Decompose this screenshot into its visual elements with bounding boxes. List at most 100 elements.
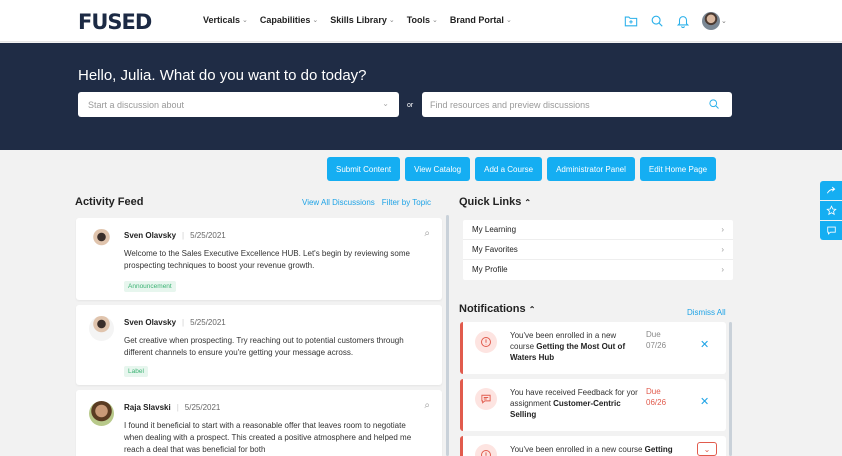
feed-post[interactable]: Sven Olavsky | 5/25/2021 ⌕ Welcome to th…: [76, 218, 442, 300]
feed-scrollbar[interactable]: [446, 215, 449, 456]
notifications-scrollbar[interactable]: [729, 322, 732, 456]
post-date: 5/25/2021: [184, 403, 221, 412]
divider: |: [176, 403, 179, 412]
due-value: 07/26: [646, 341, 667, 350]
feed-post[interactable]: Raja Slavski | 5/25/2021 ⌕ I found it be…: [76, 390, 442, 456]
attachment-icon[interactable]: ⌕: [424, 400, 430, 411]
chevron-right-icon: ›: [721, 225, 724, 234]
post-meta: Sven Olavsky | 5/25/2021: [124, 231, 226, 240]
logo[interactable]: FUSED: [78, 10, 152, 34]
notification-text: You've been enrolled in a new course Get…: [510, 444, 690, 455]
chat-button[interactable]: [820, 221, 842, 240]
top-navigation-bar: FUSED Verticals ⌄ Capabilities ⌄ Skills Li…: [0, 0, 842, 42]
due-label: Due: [646, 330, 661, 339]
view-all-discussions-link[interactable]: View All Discussions: [302, 198, 375, 207]
notification-course[interactable]: Getting: [645, 445, 673, 454]
due-value: 06/26: [646, 398, 667, 407]
post-date: 5/25/2021: [190, 318, 226, 327]
discussion-placeholder: Start a discussion about: [88, 100, 185, 110]
avatar: [89, 229, 114, 254]
share-icon: [826, 186, 835, 194]
side-action-buttons: [820, 181, 842, 240]
search-icon[interactable]: [650, 14, 664, 28]
expand-button[interactable]: ⌄: [697, 442, 717, 456]
add-course-button[interactable]: Add a Course: [475, 157, 543, 181]
chevron-down-icon: ⌄: [432, 17, 438, 24]
chevron-down-icon: ⌄: [721, 18, 727, 25]
attachment-icon[interactable]: ⌕: [424, 228, 430, 239]
search-icon[interactable]: [708, 98, 720, 110]
post-meta: Raja Slavski | 5/25/2021: [124, 403, 220, 412]
nav-brand-portal[interactable]: Brand Portal ⌄: [450, 15, 512, 25]
dismiss-all-link[interactable]: Dismiss All: [687, 308, 726, 317]
due-date: Due 07/26: [646, 329, 666, 351]
quick-link-my-learning[interactable]: My Learning ›: [463, 220, 733, 240]
nav-label: Capabilities: [259, 15, 311, 25]
quick-links-title[interactable]: Quick Links ⌃: [459, 196, 531, 208]
action-button-bar: Submit Content View Catalog Add a Course…: [327, 157, 717, 181]
avatar: [89, 316, 114, 341]
post-author[interactable]: Sven Olavsky: [124, 231, 176, 240]
filter-by-topic-link[interactable]: Filter by Topic: [382, 198, 431, 207]
hero-banner: Hello, Julia. What do you want to do tod…: [0, 43, 842, 150]
feed-post[interactable]: Sven Olavsky | 5/25/2021 Get creative wh…: [76, 305, 442, 385]
post-tag[interactable]: Label: [124, 366, 148, 377]
favorite-button[interactable]: [820, 201, 842, 220]
due-label: Due: [646, 387, 661, 396]
chevron-right-icon: ›: [721, 245, 724, 254]
post-author[interactable]: Raja Slavski: [124, 403, 171, 412]
chevron-down-icon: ⌄: [703, 444, 711, 454]
post-body: Welcome to the Sales Executive Excellenc…: [124, 249, 410, 270]
add-folder-icon[interactable]: [624, 14, 638, 28]
chevron-up-icon: ⌃: [524, 198, 532, 207]
view-catalog-button[interactable]: View Catalog: [405, 157, 471, 181]
post-author[interactable]: Sven Olavsky: [124, 318, 176, 327]
post-tag[interactable]: Announcement: [124, 281, 176, 292]
chat-icon: [826, 226, 836, 235]
search-placeholder: Find resources and preview discussions: [430, 100, 590, 110]
or-label: or: [407, 102, 414, 109]
notification-item[interactable]: You've been enrolled in a new course Get…: [460, 322, 726, 374]
notification-text: You have received Feedback for yor assig…: [510, 387, 638, 420]
activity-feed-title: Activity Feed: [75, 196, 144, 208]
post-body: I found it beneficial to start with a re…: [124, 421, 412, 454]
post-body: Get creative when prospecting. Try reach…: [124, 336, 404, 357]
notification-message: You've been enrolled in a new course: [510, 445, 645, 454]
chevron-down-icon: ⌄: [505, 17, 512, 24]
nav-icon-group: ⌄: [624, 12, 727, 30]
quick-links-list: My Learning › My Favorites › My Profile ›: [463, 220, 733, 280]
divider: |: [182, 231, 185, 240]
star-icon: [825, 205, 837, 216]
bell-icon[interactable]: [676, 14, 690, 28]
notifications-title[interactable]: Notifications ⌃: [459, 303, 535, 315]
quick-link-label: My Profile: [472, 265, 508, 274]
chevron-up-icon: ⌃: [528, 305, 536, 314]
nav-capabilities[interactable]: Capabilities ⌄: [260, 15, 318, 25]
feedback-icon: [475, 388, 497, 410]
nav-tools[interactable]: Tools ⌄: [407, 15, 438, 25]
nav-skills-library[interactable]: Skills Library ⌄: [330, 15, 394, 25]
nav-verticals[interactable]: Verticals ⌄: [203, 15, 248, 25]
user-menu[interactable]: ⌄: [702, 12, 727, 30]
nav-label: Brand Portal: [449, 15, 504, 25]
notification-item[interactable]: You have received Feedback for yor assig…: [460, 379, 726, 431]
submit-content-button[interactable]: Submit Content: [327, 157, 401, 181]
nav-label: Tools: [406, 15, 431, 25]
avatar: [89, 401, 114, 426]
close-icon[interactable]: ✕: [700, 395, 709, 408]
close-icon[interactable]: ✕: [700, 338, 709, 351]
discussion-topic-select[interactable]: Start a discussion about ⌄: [78, 92, 399, 117]
quick-links-label: Quick Links: [459, 196, 522, 208]
edit-home-page-button[interactable]: Edit Home Page: [639, 157, 717, 181]
notification-item[interactable]: You've been enrolled in a new course Get…: [460, 436, 726, 456]
quick-link-label: My Learning: [472, 225, 517, 234]
notification-text: You've been enrolled in a new course Get…: [510, 330, 638, 363]
administrator-panel-button[interactable]: Administrator Panel: [547, 157, 635, 181]
quick-link-my-profile[interactable]: My Profile ›: [463, 260, 733, 280]
resource-search-input[interactable]: Find resources and preview discussions: [422, 92, 732, 117]
chevron-down-icon: ⌄: [388, 17, 395, 24]
share-button[interactable]: [820, 181, 842, 200]
main-nav: Verticals ⌄ Capabilities ⌄ Skills Library ⌄…: [203, 15, 512, 25]
feed-links: View All Discussions Filter by Topic: [302, 198, 431, 207]
quick-link-my-favorites[interactable]: My Favorites ›: [463, 240, 733, 260]
